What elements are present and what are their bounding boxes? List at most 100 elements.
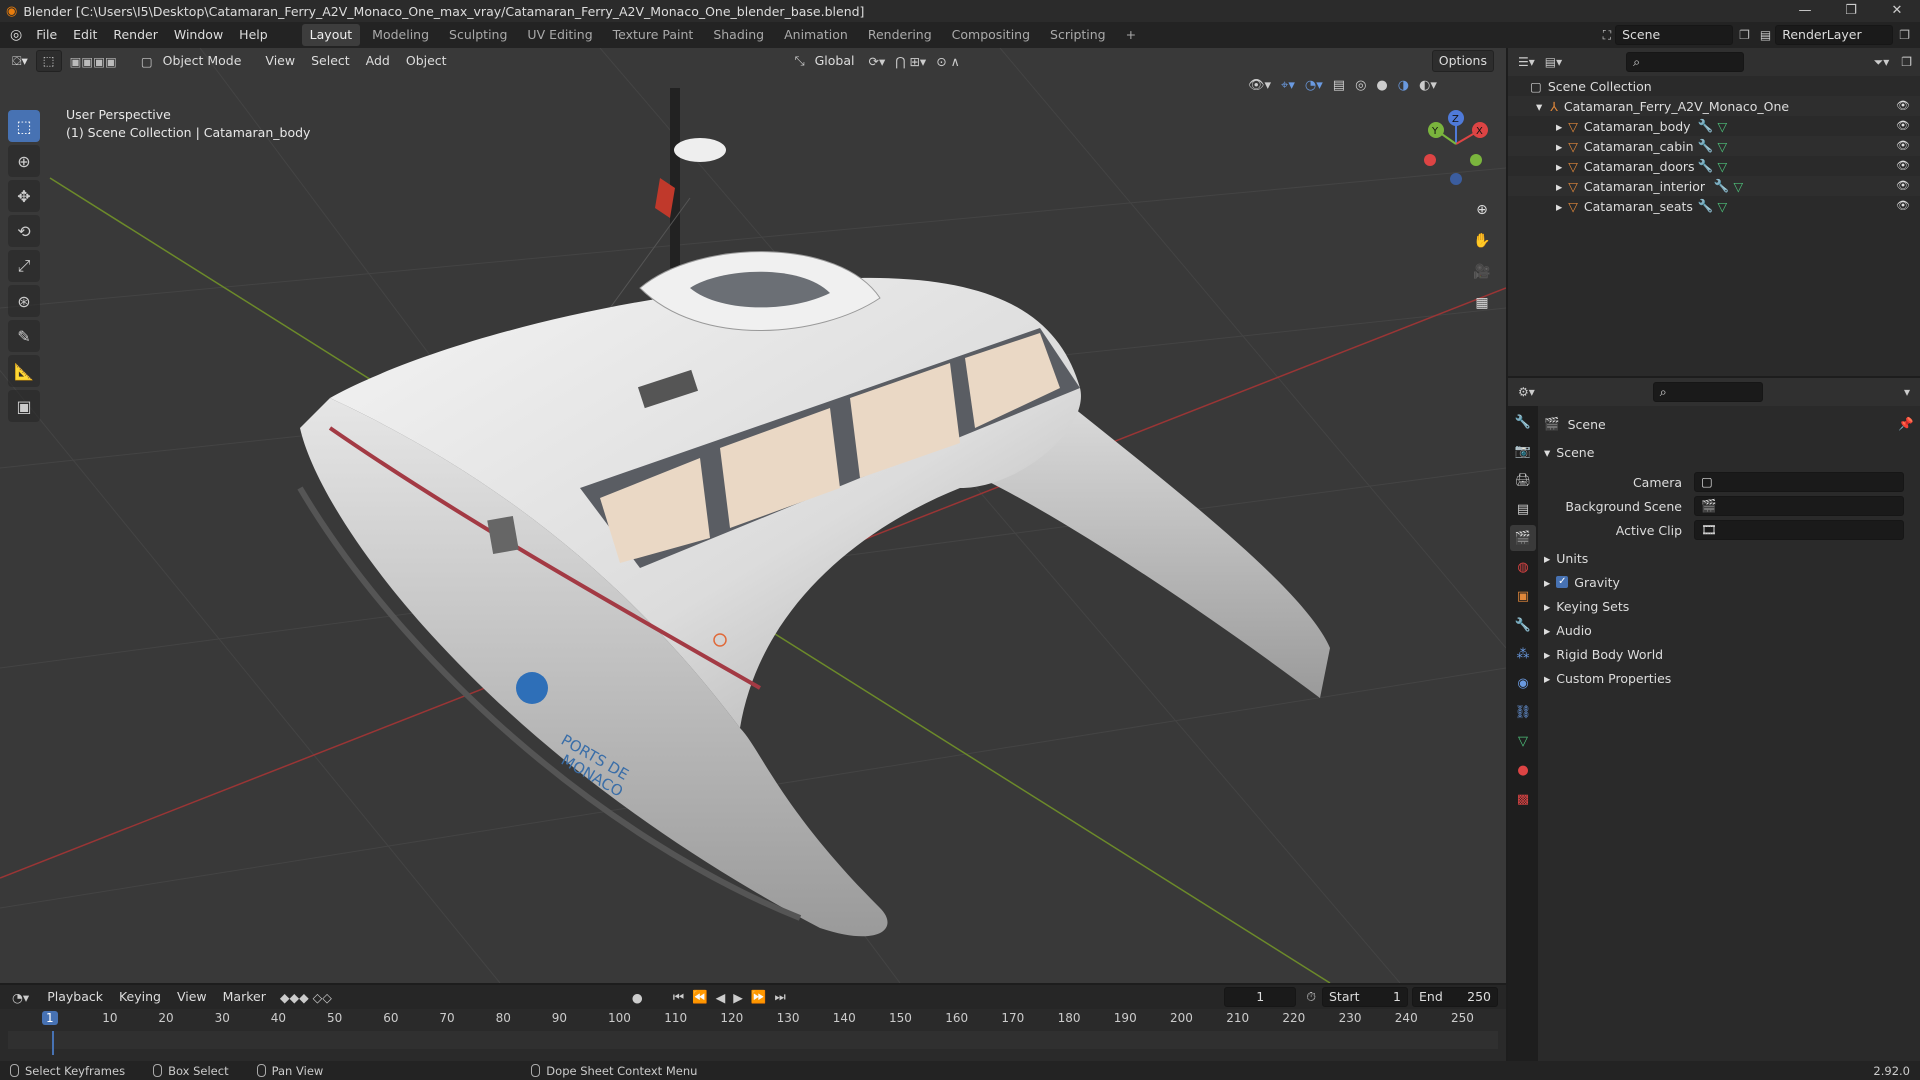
expand-arrow-icon[interactable]: ▸ [1556, 179, 1562, 194]
timeline-menu-playback[interactable]: Playback [39, 984, 111, 1010]
viewport-menu-select[interactable]: Select [303, 48, 358, 74]
expand-arrow-icon[interactable]: ▸ [1556, 199, 1562, 214]
eye-icon[interactable]: 👁 [1896, 179, 1910, 192]
eye-icon[interactable]: 👁 [1896, 159, 1910, 172]
properties-options-icon[interactable]: ▾ [1904, 385, 1910, 399]
blender-menu-icon[interactable]: ◎ [10, 27, 22, 43]
viewport-menu-add[interactable]: Add [358, 48, 398, 74]
outliner-item[interactable]: ▸ ▽ Catamaran_doors 🔧 ▽ 👁 [1508, 156, 1920, 176]
next-keyframe-icon[interactable]: ⏩ [751, 989, 767, 1005]
outliner-search-input[interactable]: ⌕ [1626, 52, 1745, 72]
material-shading-icon[interactable]: ◑ [1398, 78, 1409, 93]
timeline-menu-view[interactable]: View [169, 984, 215, 1010]
frame-ruler[interactable]: 1 10 20 30 40 50 60 70 80 90 100 110 120 130 140 150 160… [8, 1009, 1498, 1031]
menu-window[interactable]: Window [166, 22, 231, 48]
object-tab-icon[interactable]: ▣ [1510, 583, 1536, 609]
minimize-button[interactable]: — [1782, 0, 1828, 22]
gravity-panel[interactable]: ▸ ✓ Gravity [1544, 570, 1914, 594]
menu-help[interactable]: Help [231, 22, 276, 48]
end-frame-field[interactable]: End 250 [1412, 987, 1498, 1007]
move-icon[interactable]: ✥ [8, 180, 40, 212]
new-collection-icon[interactable]: ❐ [1901, 55, 1912, 69]
render-tab-icon[interactable]: 📷 [1510, 438, 1536, 464]
outliner-item[interactable]: ▸ ▽ Catamaran_interior 🔧 ▽ 👁 [1508, 176, 1920, 196]
view-layer-tab-icon[interactable]: ▤ [1510, 496, 1536, 522]
eye-icon[interactable]: 👁 [1896, 139, 1910, 152]
transform-icon[interactable]: ⊛ [8, 285, 40, 317]
outliner-item[interactable]: ▸ ▽ Catamaran_body 🔧 ▽ 👁 [1508, 116, 1920, 136]
properties-editor-icon[interactable]: ⚙▾ [1518, 385, 1535, 399]
tab-uv-editing[interactable]: UV Editing [519, 24, 600, 46]
3d-viewport[interactable]: PORTS DE MONACO Z X Y ⛋▾ ⬚ ▣▣▣▣ ▢ Object… [0, 48, 1506, 983]
rendered-shading-icon[interactable]: ◐▾ [1419, 78, 1437, 93]
gizmo-toggle-icon[interactable]: ⌖▾ [1281, 78, 1295, 93]
collection-row[interactable]: ▾ ⅄ Catamaran_Ferry_A2V_Monaco_One 👁 [1508, 96, 1920, 116]
visibility-icon[interactable]: 👁▾ [1248, 78, 1271, 93]
pan-hand-icon[interactable]: ✋ [1468, 227, 1496, 255]
panel-expand-icon[interactable]: ▸ [1544, 551, 1550, 566]
snap-icon[interactable]: ⋂ ⊞▾ [895, 54, 926, 69]
rotate-icon[interactable]: ⟲ [8, 215, 40, 247]
outliner-item[interactable]: ▸ ▽ Catamaran_cabin 🔧 ▽ 👁 [1508, 136, 1920, 156]
properties-search-input[interactable]: ⌕ [1652, 382, 1763, 402]
material-tab-icon[interactable]: ● [1510, 757, 1536, 783]
scene-panel-header[interactable]: ▾ Scene [1544, 440, 1914, 464]
physics-tab-icon[interactable]: ◉ [1510, 670, 1536, 696]
eye-icon[interactable]: 👁 [1896, 99, 1910, 112]
panel-expand-icon[interactable]: ▸ [1544, 599, 1550, 614]
tab-modeling[interactable]: Modeling [364, 24, 437, 46]
constraints-tab-icon[interactable]: ⛓ [1510, 699, 1536, 725]
proportional-edit-icon[interactable]: ⊙ ∧ [936, 54, 960, 69]
scene-selector[interactable]: Scene [1615, 25, 1734, 45]
panel-expand-icon[interactable]: ▸ [1544, 671, 1550, 686]
xray-icon[interactable]: ▤ [1333, 78, 1345, 93]
filter-icon[interactable]: ⏷▾ [1874, 55, 1890, 70]
audio-panel[interactable]: ▸ Audio [1544, 618, 1914, 642]
timeline-track-area[interactable] [8, 1031, 1498, 1049]
select-box-icon[interactable]: ⬚ [8, 110, 40, 142]
pivot-icon[interactable]: ⟳▾ [868, 54, 885, 69]
units-panel[interactable]: ▸ Units [1544, 546, 1914, 570]
menu-render[interactable]: Render [105, 22, 166, 48]
particles-tab-icon[interactable]: ⁂ [1510, 641, 1536, 667]
scale-icon[interactable]: ⤢ [8, 250, 40, 282]
transform-orientation-dropdown[interactable]: Global [809, 51, 861, 71]
zoom-icon[interactable]: ⊕ [1468, 196, 1496, 224]
solid-shading-icon[interactable]: ● [1376, 78, 1387, 93]
pin-icon[interactable]: 📌 [1898, 416, 1914, 432]
preview-range-icon[interactable]: ⏱ [1306, 989, 1316, 1005]
close-button[interactable]: ✕ [1874, 0, 1920, 22]
new-scene-icon[interactable]: ❐ [1739, 28, 1750, 42]
background-scene-field[interactable]: 🎬 [1694, 496, 1904, 516]
select-box-tool-icon[interactable]: ⬚ [35, 50, 62, 72]
outliner-item[interactable]: ▸ ▽ Catamaran_seats 🔧 ▽ 👁 [1508, 196, 1920, 216]
maximize-button[interactable]: ❐ [1828, 0, 1874, 22]
editor-type-icon[interactable]: ⛋▾ [12, 53, 28, 69]
add-workspace-button[interactable]: + [1118, 24, 1144, 46]
prev-keyframe-icon[interactable]: ⏪ [692, 989, 708, 1005]
mode-selector[interactable]: Object Mode [157, 51, 248, 71]
texture-tab-icon[interactable]: ▩ [1510, 786, 1536, 812]
camera-view-icon[interactable]: 🎥 [1468, 258, 1496, 286]
viewport-menu-view[interactable]: View [257, 48, 303, 74]
output-tab-icon[interactable]: 🖨 [1510, 467, 1536, 493]
timeline-editor-icon[interactable]: ◔▾ [12, 990, 29, 1005]
wireframe-shading-icon[interactable]: ◎ [1355, 78, 1366, 93]
start-frame-field[interactable]: Start 1 [1322, 987, 1408, 1007]
tab-texture-paint[interactable]: Texture Paint [605, 24, 702, 46]
custom-properties-panel[interactable]: ▸ Custom Properties [1544, 666, 1914, 690]
selection-modes[interactable]: ▣▣▣▣ [70, 54, 117, 69]
menu-file[interactable]: File [28, 22, 65, 48]
keyframe-icons[interactable]: ◆◆◆ ◇◇ [280, 990, 332, 1005]
panel-expand-icon[interactable]: ▸ [1544, 647, 1550, 662]
cursor-icon[interactable]: ⊕ [8, 145, 40, 177]
options-dropdown[interactable]: Options [1431, 50, 1494, 72]
tab-rendering[interactable]: Rendering [860, 24, 940, 46]
modifier-tab-icon[interactable]: 🔧 [1510, 612, 1536, 638]
renderlayer-selector[interactable]: RenderLayer [1775, 25, 1894, 45]
eye-icon[interactable]: 👁 [1896, 199, 1910, 212]
record-icon[interactable]: ● [632, 990, 643, 1005]
panel-collapse-icon[interactable]: ▾ [1544, 445, 1550, 460]
play-icon[interactable]: ▶ [733, 990, 743, 1005]
outliner-editor-icon[interactable]: ☰▾ [1518, 55, 1535, 69]
